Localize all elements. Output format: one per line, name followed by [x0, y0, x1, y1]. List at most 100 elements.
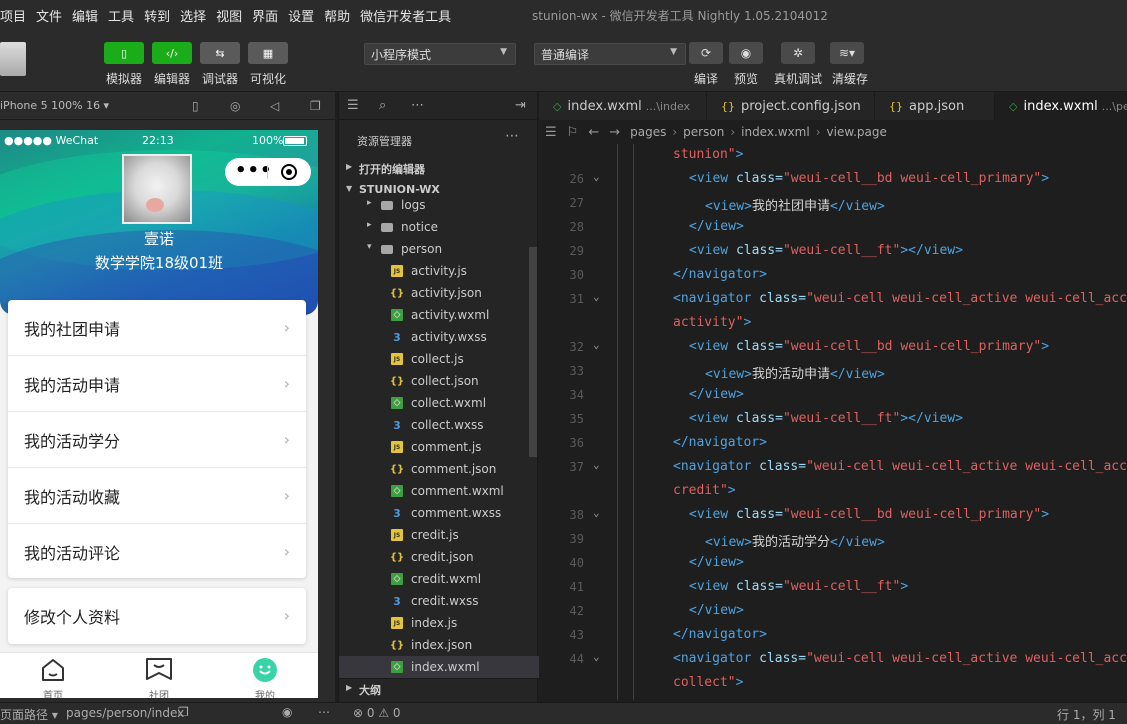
menu-item[interactable]: 项目: [0, 6, 31, 25]
cell-edit-profile[interactable]: 修改个人资料 ›: [8, 588, 306, 644]
tree-file[interactable]: 3 collect.wxss: [339, 414, 539, 436]
tree-file[interactable]: ◇ credit.wxml: [339, 568, 539, 590]
code-line[interactable]: 28 </view>: [539, 216, 1127, 240]
tree-file[interactable]: ◇ collect.wxml: [339, 392, 539, 414]
tree-file[interactable]: ◇ activity.wxml: [339, 304, 539, 326]
tab-club[interactable]: 社团: [106, 653, 212, 698]
tree-file[interactable]: JS comment.js: [339, 436, 539, 458]
open-editors-section[interactable]: ▶ 打开的编辑器: [339, 158, 539, 178]
volume-icon[interactable]: ◁: [270, 99, 279, 113]
preview-button[interactable]: ◉: [729, 42, 763, 64]
breadcrumb-item[interactable]: index.wxml: [741, 125, 810, 139]
fold-chevron-icon[interactable]: ⌄: [593, 650, 600, 663]
code-line[interactable]: 37 ⌄ <navigator class="weui-cell weui-cell…: [539, 456, 1127, 480]
tree-file[interactable]: JS index.js: [339, 612, 539, 634]
scrollbar[interactable]: [529, 247, 537, 457]
code-line[interactable]: 34 </view>: [539, 384, 1127, 408]
tree-file[interactable]: ◇ comment.wxml: [339, 480, 539, 502]
code-line[interactable]: collect">: [539, 672, 1127, 696]
bookmark-icon[interactable]: ⚐: [567, 125, 579, 140]
editor-tab[interactable]: {} app.json: [875, 92, 995, 120]
tree-file[interactable]: JS credit.js: [339, 524, 539, 546]
avatar[interactable]: [122, 154, 192, 224]
remote-debug-button[interactable]: ✲: [781, 42, 815, 64]
code-area[interactable]: stunion"> 26 ⌄ <view class="weui-cell__bd w…: [539, 144, 1127, 700]
popout-icon[interactable]: ❐: [310, 99, 321, 113]
list-icon[interactable]: ☰: [347, 98, 359, 113]
tree-folder[interactable]: ▸ notice: [339, 216, 539, 238]
split-icon[interactable]: ⇥: [515, 98, 526, 113]
menu-item[interactable]: 微信开发者工具: [355, 6, 456, 25]
tree-folder[interactable]: ▾ person: [339, 238, 539, 260]
code-line[interactable]: 44 ⌄ <navigator class="weui-cell weui-cell…: [539, 648, 1127, 672]
fold-chevron-icon[interactable]: ⌄: [593, 170, 600, 183]
back-icon[interactable]: ←: [588, 125, 599, 140]
menu-item[interactable]: 设置: [283, 6, 319, 25]
code-line[interactable]: activity">: [539, 312, 1127, 336]
phone-icon[interactable]: ▯: [192, 99, 199, 113]
tree-file[interactable]: {} activity.json: [339, 282, 539, 304]
tree-file[interactable]: 3 activity.wxss: [339, 326, 539, 348]
editor-tab[interactable]: {} project.config.json: [707, 92, 875, 120]
device-select[interactable]: iPhone 5 100% 16 ▾: [0, 99, 109, 112]
debugger-toggle-button[interactable]: ⇆: [200, 42, 240, 64]
tree-file[interactable]: 3 comment.wxss: [339, 502, 539, 524]
compile-button[interactable]: ⟳: [689, 42, 723, 64]
cell-activity-credit[interactable]: 我的活动学分 ›: [8, 412, 306, 468]
copy-icon[interactable]: ❐: [178, 705, 189, 719]
user-avatar-small[interactable]: [0, 42, 26, 76]
problems-indicator[interactable]: ⊗ 0 ⚠ 0: [353, 706, 401, 720]
code-line[interactable]: 33 <view>我的活动申请</view>: [539, 360, 1127, 384]
editor-tab[interactable]: ◇ index.wxml...\per: [995, 92, 1127, 120]
code-line[interactable]: 26 ⌄ <view class="weui-cell__bd weui-cell_…: [539, 168, 1127, 192]
tree-file[interactable]: {} collect.json: [339, 370, 539, 392]
simulator-toggle-button[interactable]: ▯: [104, 42, 144, 64]
fold-chevron-icon[interactable]: ⌄: [593, 506, 600, 519]
tree-file[interactable]: {} credit.json: [339, 546, 539, 568]
fold-chevron-icon[interactable]: ⌄: [593, 458, 600, 471]
code-line[interactable]: 41 <view class="weui-cell__ft">: [539, 576, 1127, 600]
code-line[interactable]: 38 ⌄ <view class="weui-cell__bd weui-cell_…: [539, 504, 1127, 528]
cell-activity-comment[interactable]: 我的活动评论 ›: [8, 524, 306, 580]
eye-icon[interactable]: ◉: [282, 705, 292, 719]
cell-activity-collect[interactable]: 我的活动收藏 ›: [8, 468, 306, 524]
compile-select[interactable]: 普通编译 ▼: [534, 43, 686, 65]
more-icon[interactable]: ⋯: [318, 705, 330, 719]
code-line[interactable]: 40 </view>: [539, 552, 1127, 576]
breadcrumb-item[interactable]: person: [683, 125, 724, 139]
fold-chevron-icon[interactable]: ⌄: [593, 338, 600, 351]
cell-activity-application[interactable]: 我的活动申请 ›: [8, 356, 306, 412]
breadcrumb-item[interactable]: pages: [630, 125, 666, 139]
close-target-icon[interactable]: [281, 164, 297, 180]
menu-item[interactable]: 帮助: [319, 6, 355, 25]
outline-section[interactable]: ▶ 大纲: [339, 678, 539, 698]
visual-toggle-button[interactable]: ▦: [248, 42, 288, 64]
tree-file[interactable]: JS collect.js: [339, 348, 539, 370]
menu-item[interactable]: 转到: [139, 6, 175, 25]
page-path-select[interactable]: 页面路径 ▾: [0, 706, 58, 723]
code-line[interactable]: 30 </navigator>: [539, 264, 1127, 288]
tree-file[interactable]: ◇ index.wxml: [339, 656, 539, 678]
code-line[interactable]: credit">: [539, 480, 1127, 504]
cell-club-application[interactable]: 我的社团申请 ›: [8, 300, 306, 356]
menu-item[interactable]: 文件: [31, 6, 67, 25]
code-line[interactable]: 35 <view class="weui-cell__ft"></view>: [539, 408, 1127, 432]
code-line[interactable]: 29 <view class="weui-cell__ft"></view>: [539, 240, 1127, 264]
tree-file[interactable]: 3 credit.wxss: [339, 590, 539, 612]
editor-tab[interactable]: ◇ index.wxml ...\index: [539, 92, 707, 120]
code-line[interactable]: 31 ⌄ <navigator class="weui-cell weui-cell…: [539, 288, 1127, 312]
tree-file[interactable]: JS activity.js: [339, 260, 539, 282]
miniprogram-capsule[interactable]: •••: [225, 158, 311, 186]
clear-cache-button[interactable]: ≋▾: [830, 42, 864, 64]
menu-item[interactable]: 工具: [103, 6, 139, 25]
fold-chevron-icon[interactable]: ⌄: [593, 290, 600, 303]
menu-item[interactable]: 界面: [247, 6, 283, 25]
search-icon[interactable]: ⌕: [379, 98, 386, 113]
breadcrumb-item[interactable]: view.page: [827, 125, 887, 139]
tab-home[interactable]: 首页: [0, 653, 106, 698]
code-line[interactable]: 43 </navigator>: [539, 624, 1127, 648]
cursor-position[interactable]: 行 1，列 1: [1057, 706, 1116, 723]
menu-item[interactable]: 选择: [175, 6, 211, 25]
menu-item[interactable]: 视图: [211, 6, 247, 25]
code-line[interactable]: stunion">: [539, 144, 1127, 168]
